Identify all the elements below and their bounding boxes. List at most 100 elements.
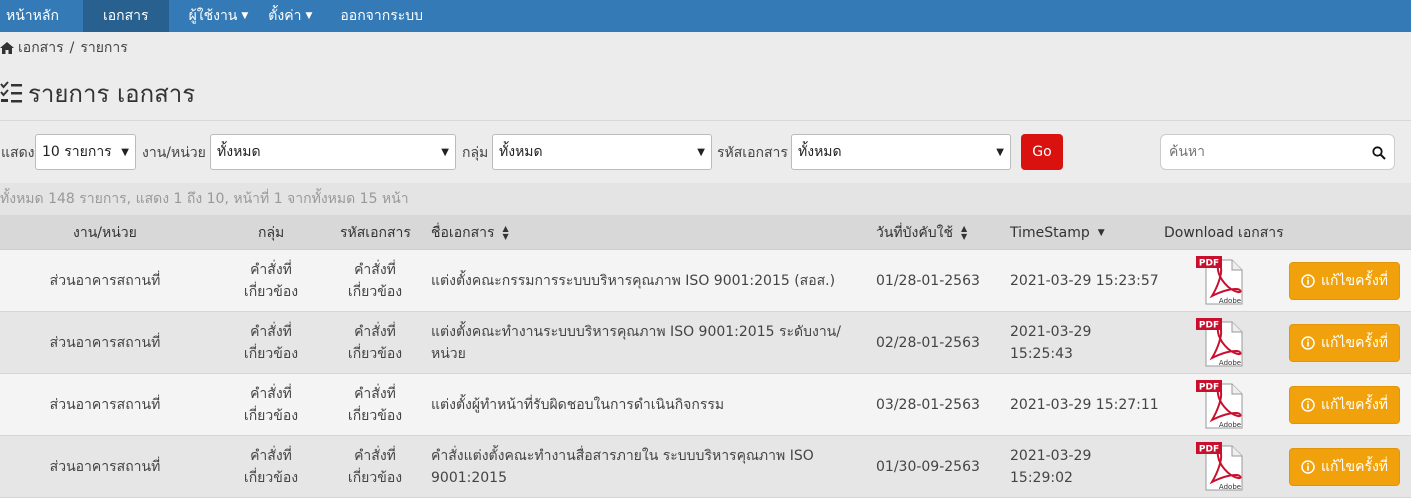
pdf-file-icon[interactable]: PDF Adobe <box>1196 380 1244 430</box>
nav-logout[interactable]: ออกจากระบบ <box>332 0 431 32</box>
home-icon <box>0 42 14 54</box>
pdf-badge-text: PDF <box>1199 383 1219 393</box>
cell-effective-date: 02/28-01-2563 <box>876 335 980 351</box>
edit-button-label: แก้ไขครั้งที่ <box>1320 335 1389 351</box>
sort-both-icon: ▲ ▼ <box>502 223 509 241</box>
nav-settings[interactable]: ตั้งค่า ▼ <box>260 0 320 32</box>
pdf-badge-text: PDF <box>1199 321 1219 331</box>
breadcrumb-separator: / <box>69 40 75 56</box>
code-label: รหัสเอกสาร <box>717 145 788 161</box>
cell-unit: ส่วนอาคารสถานที่ <box>49 397 161 413</box>
page-size-select[interactable]: 10 รายการ ▼ <box>35 134 136 170</box>
cell-timestamp: 2021-03-29 15:23:57 <box>1010 273 1159 289</box>
breadcrumb: เอกสาร / รายการ <box>0 38 128 58</box>
nav-users-label: ผู้ใช้งาน <box>188 8 238 24</box>
page-size-value: 10 รายการ <box>42 144 112 160</box>
pdf-brand-text: Adobe <box>1219 421 1241 429</box>
sort-both-icon: ▲ ▼ <box>960 223 968 241</box>
cell-document-name: แต่งตั้งผู้ทำหน้าที่รับผิดชอบในการดำเนิน… <box>431 397 725 413</box>
table-row: ส่วนอาคารสถานที่ คำสั่งที่ เกี่ยวข้อง คำส… <box>0 312 1411 374</box>
pdf-file-icon[interactable]: PDF Adobe <box>1196 318 1244 368</box>
cell-effective-date: 01/30-09-2563 <box>876 459 980 475</box>
pdf-file-icon[interactable]: PDF Adobe <box>1196 256 1244 306</box>
group-select[interactable]: ทั้งหมด ▼ <box>492 134 712 170</box>
edit-revision-button[interactable]: แก้ไขครั้งที่ <box>1289 324 1400 362</box>
nav-users[interactable]: ผู้ใช้งาน ▼ <box>181 0 257 32</box>
page-title-text: รายการ เอกสาร <box>28 79 196 108</box>
cell-document-name: คำสั่งแต่งตั้งคณะทำงานสื่อสารภายใน ระบบบ… <box>431 448 814 486</box>
cell-unit: ส่วนอาคารสถานที่ <box>49 459 161 475</box>
edit-revision-button[interactable]: แก้ไขครั้งที่ <box>1289 448 1400 486</box>
cell-download: PDF Adobe <box>1190 374 1250 436</box>
nav-documents[interactable]: เอกสาร <box>82 0 169 32</box>
cell-unit: ส่วนอาคารสถานที่ <box>49 335 161 351</box>
table-row: ส่วนอาคารสถานที่ คำสั่งที่ เกี่ยวข้อง คำส… <box>0 436 1411 498</box>
unit-select-value: ทั้งหมด <box>217 144 261 160</box>
caret-down-icon: ▼ <box>241 11 249 21</box>
go-button[interactable]: Go <box>1021 134 1063 170</box>
group-label: กลุ่ม <box>462 145 489 161</box>
code-select[interactable]: ทั้งหมด ▼ <box>791 134 1011 170</box>
header-code: รหัสเอกสาร <box>340 224 411 241</box>
cell-timestamp: 2021-03-29 15:27:11 <box>1010 397 1159 413</box>
search-icon[interactable] <box>1372 146 1386 160</box>
header-timestamp[interactable]: TimeStamp ▼ <box>1010 215 1105 250</box>
cell-code: คำสั่งที่ เกี่ยวข้อง <box>347 386 403 424</box>
table-row: ส่วนอาคารสถานที่ คำสั่งที่ เกี่ยวข้อง คำส… <box>0 250 1411 312</box>
cell-download: PDF Adobe <box>1190 436 1250 498</box>
cell-effective-date: 03/28-01-2563 <box>876 397 980 413</box>
header-name[interactable]: ชื่อเอกสาร ▲ ▼ <box>431 215 509 250</box>
nav-settings-label: ตั้งค่า <box>268 8 302 24</box>
chevron-down-icon: ▼ <box>697 146 705 158</box>
cell-timestamp: 2021-03-29 15:29:02 <box>1010 448 1092 486</box>
title-divider <box>0 120 1411 121</box>
nav-home[interactable]: หน้าหลัก <box>0 0 83 32</box>
edit-button-label: แก้ไขครั้งที่ <box>1320 397 1389 413</box>
results-summary: ทั้งหมด 148 รายการ, แสดง 1 ถึง 10, หน้าท… <box>0 183 1411 215</box>
header-timestamp-label: TimeStamp <box>1010 224 1090 241</box>
results-summary-text: ทั้งหมด 148 รายการ, แสดง 1 ถึง 10, หน้าท… <box>0 191 409 207</box>
header-effective-date[interactable]: วันที่บังคับใช้ ▲ ▼ <box>876 215 967 250</box>
table-row: ส่วนอาคารสถานที่ คำสั่งที่ เกี่ยวข้อง คำส… <box>0 374 1411 436</box>
breadcrumb-current: รายการ <box>80 40 128 56</box>
pdf-file-icon[interactable]: PDF Adobe <box>1196 442 1244 492</box>
show-label: แสดง <box>1 145 35 161</box>
info-circle-icon <box>1301 460 1315 474</box>
pdf-badge-text: PDF <box>1199 259 1219 269</box>
edit-revision-button[interactable]: แก้ไขครั้งที่ <box>1289 386 1400 424</box>
info-circle-icon <box>1301 336 1315 350</box>
unit-label: งาน/หน่วย <box>142 145 206 161</box>
info-circle-icon <box>1301 398 1315 412</box>
search-input[interactable] <box>1161 144 1361 160</box>
table-header: งาน/หน่วย กลุ่ม รหัสเอกสาร ชื่อเอกสาร ▲ ▼… <box>0 215 1411 250</box>
header-effective-label: วันที่บังคับใช้ <box>876 224 953 241</box>
checklist-icon <box>0 81 22 103</box>
cell-group: คำสั่งที่ เกี่ยวข้อง <box>243 262 299 300</box>
cell-group: คำสั่งที่ เกี่ยวข้อง <box>243 386 299 424</box>
pdf-brand-text: Adobe <box>1219 359 1241 367</box>
chevron-down-icon: ▼ <box>441 146 449 158</box>
page-title: รายการ เอกสาร <box>0 76 195 110</box>
info-circle-icon <box>1301 274 1315 288</box>
header-name-label: ชื่อเอกสาร <box>431 224 495 241</box>
pdf-brand-text: Adobe <box>1219 297 1241 305</box>
cell-code: คำสั่งที่ เกี่ยวข้อง <box>347 324 403 362</box>
cell-timestamp: 2021-03-29 15:25:43 <box>1010 324 1092 362</box>
group-select-value: ทั้งหมด <box>499 144 543 160</box>
edit-revision-button[interactable]: แก้ไขครั้งที่ <box>1289 262 1400 300</box>
breadcrumb-documents[interactable]: เอกสาร <box>18 37 64 59</box>
cell-code: คำสั่งที่ เกี่ยวข้อง <box>347 448 403 486</box>
caret-down-icon: ▼ <box>305 11 313 21</box>
cell-document-name: แต่งตั้งคณะทำงานระบบบริหารคุณภาพ ISO 900… <box>431 324 841 362</box>
chevron-down-icon: ▼ <box>996 146 1004 158</box>
cell-download: PDF Adobe <box>1190 312 1250 374</box>
filter-bar: แสดง 10 รายการ ▼ งาน/หน่วย ทั้งหมด ▼ กลุ… <box>0 132 1411 172</box>
unit-select[interactable]: ทั้งหมด ▼ <box>210 134 456 170</box>
header-download: Download เอกสาร <box>1164 224 1284 241</box>
cell-code: คำสั่งที่ เกี่ยวข้อง <box>347 262 403 300</box>
sort-desc-icon: ▼ <box>1097 227 1105 238</box>
cell-group: คำสั่งที่ เกี่ยวข้อง <box>243 448 299 486</box>
cell-document-name: แต่งตั้งคณะกรรมการระบบบริหารคุณภาพ ISO 9… <box>431 273 836 289</box>
chevron-down-icon: ▼ <box>121 146 129 158</box>
cell-group: คำสั่งที่ เกี่ยวข้อง <box>243 324 299 362</box>
